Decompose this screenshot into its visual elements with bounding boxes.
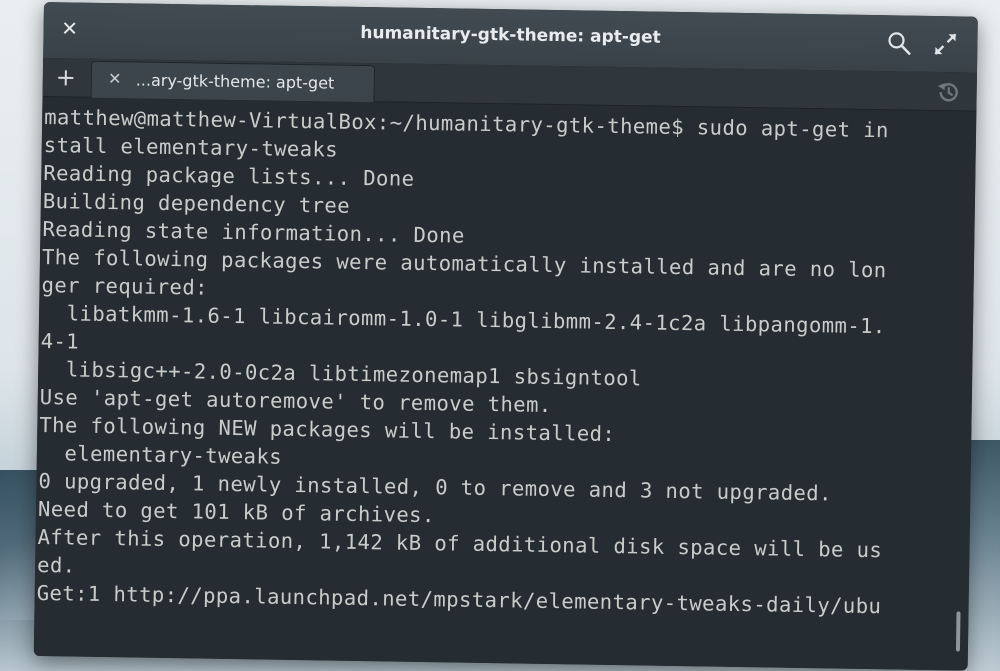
- new-tab-button[interactable]: +: [51, 62, 81, 92]
- tab-close-button[interactable]: ✕: [106, 69, 124, 89]
- history-button[interactable]: [934, 78, 962, 106]
- maximize-button[interactable]: [931, 30, 959, 58]
- history-icon: [937, 83, 958, 102]
- window-title: humanitary-gtk-theme: apt-get: [360, 22, 661, 48]
- terminal-output[interactable]: matthew@matthew-VirtualBox:~/humanitary-…: [33, 96, 977, 671]
- tab-label: ...ary-gtk-theme: apt-get: [135, 70, 335, 93]
- tab-active[interactable]: ✕ ...ary-gtk-theme: apt-get: [90, 60, 376, 103]
- close-icon: ✕: [107, 69, 122, 89]
- maximize-icon: [934, 33, 957, 55]
- terminal-window: ✕ humanitary-gtk-theme: apt-get + ✕ ...a…: [33, 2, 978, 671]
- search-button[interactable]: [885, 29, 913, 57]
- terminal-scrollbar[interactable]: [955, 611, 961, 652]
- search-icon: [888, 32, 911, 55]
- plus-icon: +: [55, 63, 77, 92]
